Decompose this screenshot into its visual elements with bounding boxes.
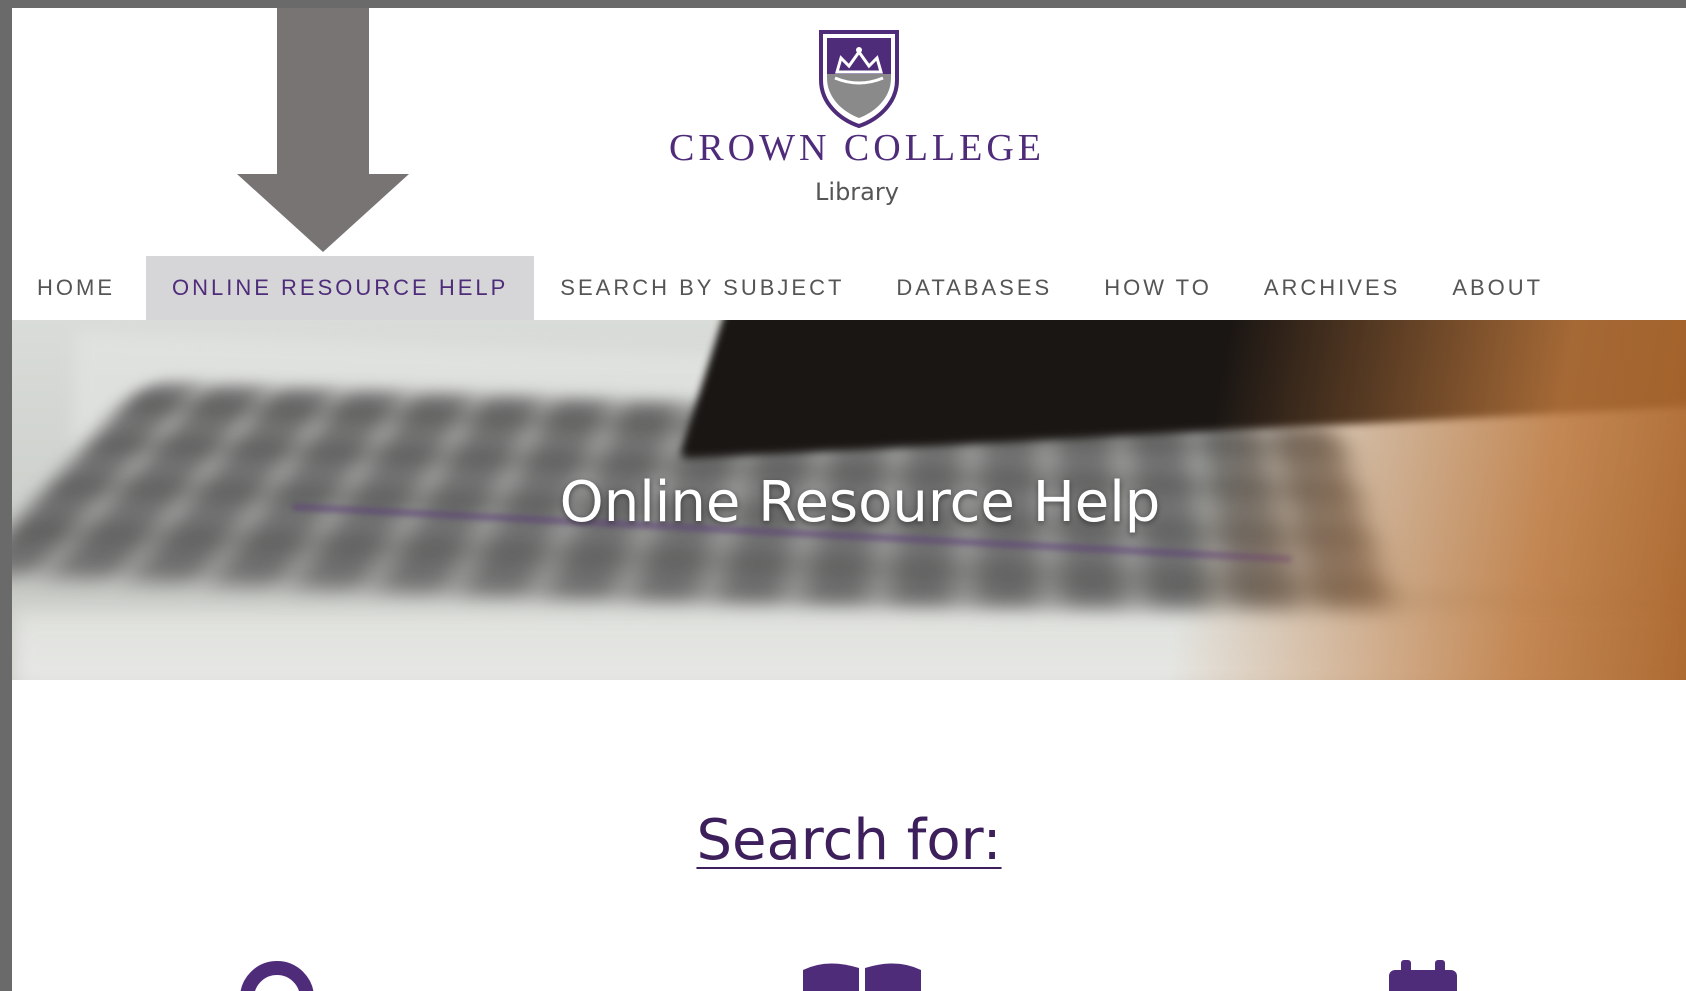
nav-item-how-to[interactable]: HOW TO <box>1078 256 1238 320</box>
annotation-arrow-down-icon <box>237 174 409 252</box>
main-navigation: HOME ONLINE RESOURCE HELP SEARCH BY SUBJ… <box>12 256 1686 320</box>
nav-item-search-by-subject[interactable]: SEARCH BY SUBJECT <box>534 256 870 320</box>
hero-title: Online Resource Help <box>559 470 1161 535</box>
nav-item-databases[interactable]: DATABASES <box>870 256 1078 320</box>
search-icon[interactable] <box>232 958 322 991</box>
nav-item-archives[interactable]: ARCHIVES <box>1238 256 1426 320</box>
search-for-heading[interactable]: Search for: <box>12 808 1686 873</box>
crown-college-crest-logo[interactable] <box>815 28 903 129</box>
nav-item-home[interactable]: HOME <box>12 256 141 320</box>
nav-item-online-resource-help[interactable]: ONLINE RESOURCE HELP <box>146 256 535 320</box>
calendar-icon[interactable] <box>1387 960 1459 991</box>
book-icon[interactable] <box>797 958 927 991</box>
hero-banner: Online Resource Help <box>12 320 1686 680</box>
annotation-arrow-shaft <box>277 8 369 174</box>
page: CROWN COLLEGE Library HOME ONLINE RESOUR… <box>12 8 1686 991</box>
nav-item-about[interactable]: ABOUT <box>1426 256 1569 320</box>
